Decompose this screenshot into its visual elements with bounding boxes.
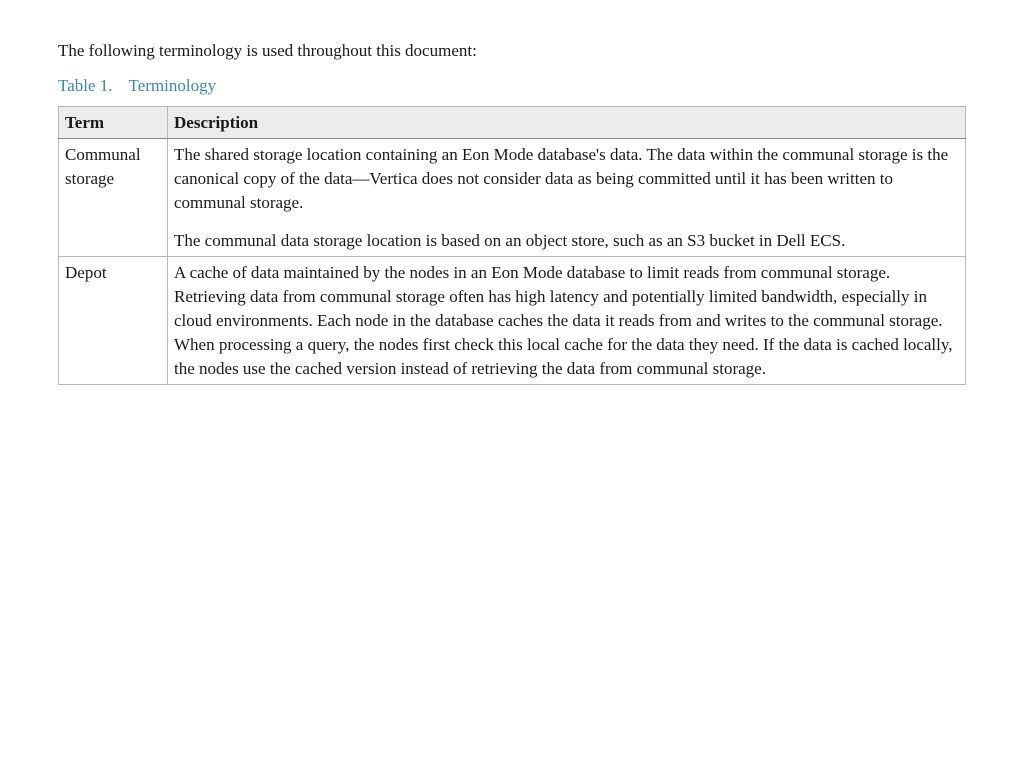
- terminology-table: Term Description Communal storage The sh…: [58, 106, 966, 386]
- table-caption: Table 1. Terminology: [58, 76, 966, 96]
- table-title: Terminology: [129, 76, 217, 95]
- cell-term: Communal storage: [59, 139, 168, 257]
- header-description: Description: [168, 106, 966, 139]
- table-row: Communal storage The shared storage loca…: [59, 139, 966, 257]
- cell-term: Depot: [59, 257, 168, 385]
- table-header-row: Term Description: [59, 106, 966, 139]
- cell-description: The shared storage location containing a…: [168, 139, 966, 257]
- header-term: Term: [59, 106, 168, 139]
- description-paragraph: A cache of data maintained by the nodes …: [174, 261, 959, 380]
- table-row: Depot A cache of data maintained by the …: [59, 257, 966, 385]
- table-number: Table 1.: [58, 76, 113, 96]
- description-paragraph: The shared storage location containing a…: [174, 143, 959, 214]
- intro-paragraph: The following terminology is used throug…: [58, 38, 966, 64]
- document-page: The following terminology is used throug…: [0, 0, 1024, 385]
- cell-description: A cache of data maintained by the nodes …: [168, 257, 966, 385]
- table-body: Communal storage The shared storage loca…: [59, 139, 966, 385]
- description-paragraph: The communal data storage location is ba…: [174, 229, 959, 253]
